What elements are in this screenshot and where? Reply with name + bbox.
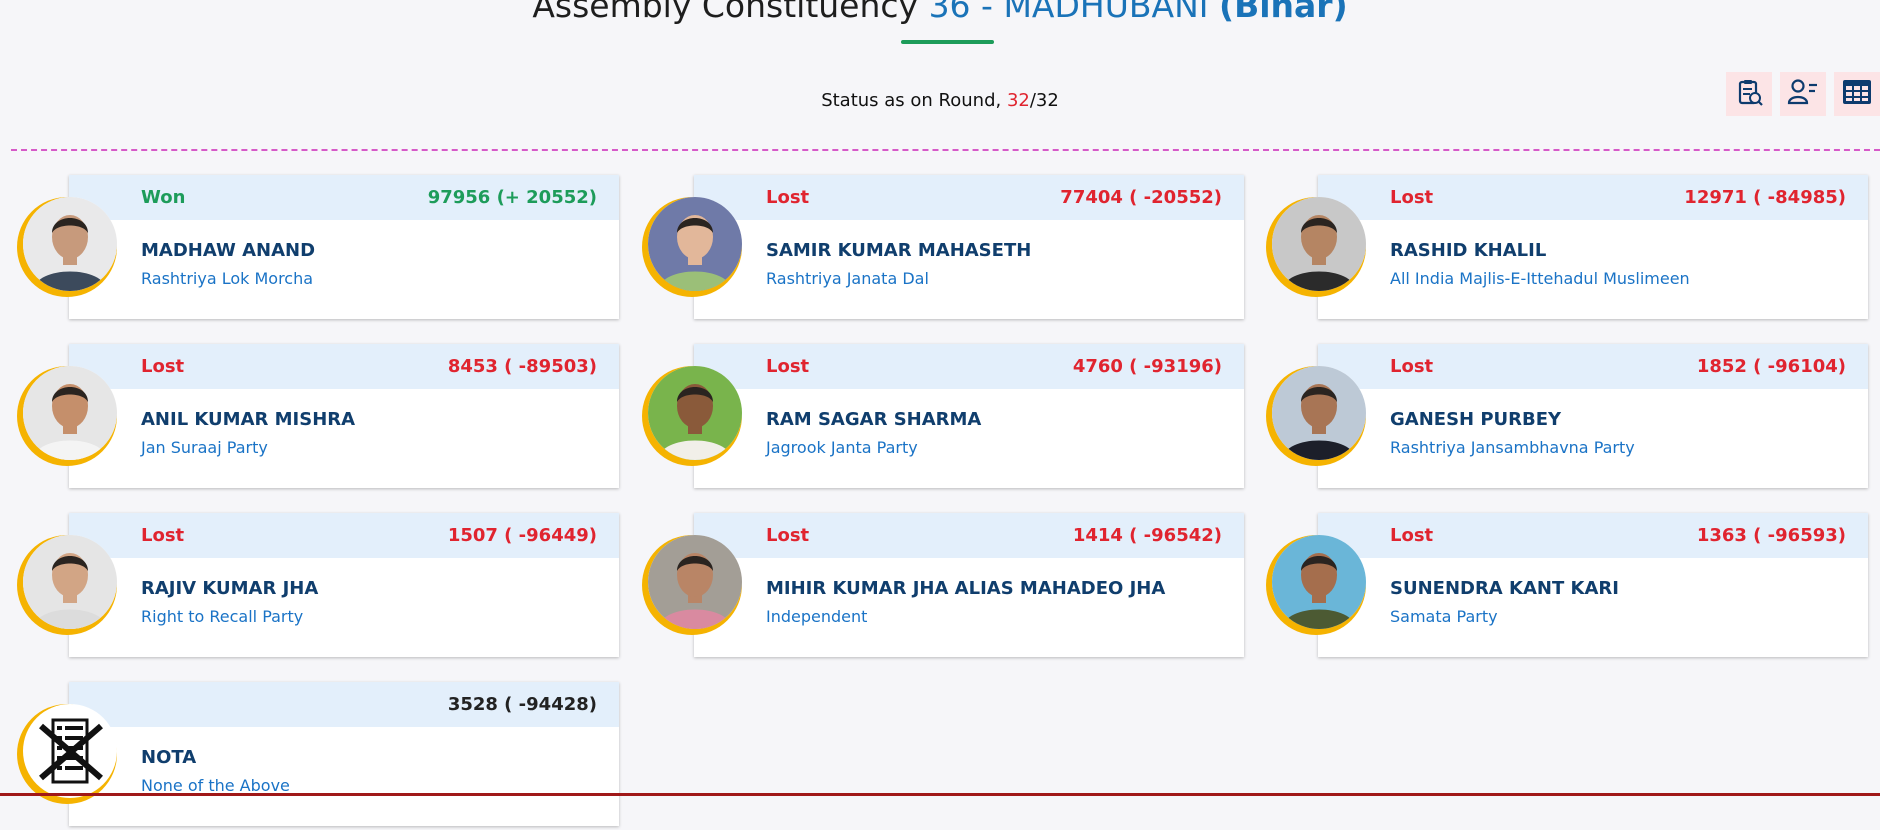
title-underline [901, 40, 994, 44]
vote-count: 8453 ( -89503) [447, 356, 597, 377]
candidate-name: MIHIR KUMAR JHA ALIAS MAHADEO JHA [766, 578, 1166, 599]
candidate-card[interactable]: Lost 4760 ( -93196) RAM SAGAR SHARMA Jag… [642, 344, 1244, 492]
candidate-name: NOTA [141, 747, 197, 768]
portrait-icon [1272, 366, 1366, 460]
result-status: Lost [766, 356, 810, 377]
candidate-card[interactable]: Lost 1414 ( -96542) MIHIR KUMAR JHA ALIA… [642, 513, 1244, 661]
vote-count: 3528 ( -94428) [447, 694, 597, 715]
portrait-icon [23, 535, 117, 629]
round-status-label: Status as on Round, [821, 90, 1007, 111]
candidate-photo [1272, 197, 1366, 291]
table-grid-icon [1841, 77, 1873, 111]
party-name: Right to Recall Party [141, 607, 304, 626]
section-divider [11, 149, 1880, 151]
card-panel: Lost 1363 ( -96593) SUNENDRA KANT KARI S… [1318, 513, 1868, 657]
nota-card[interactable]: 3528 ( -94428) NOTA None of the Above [17, 682, 619, 830]
vote-count: 97956 (+ 20552) [427, 187, 597, 208]
party-name: Rashtriya Janata Dal [766, 269, 929, 288]
candidate-name: ANIL KUMAR MISHRA [141, 409, 356, 430]
candidate-name: MADHAW ANAND [141, 240, 316, 261]
result-status: Lost [766, 525, 810, 546]
nota-symbol [23, 704, 117, 798]
candidate-photo [648, 366, 742, 460]
party-name: Independent [766, 607, 868, 626]
state-name: (Bihar) [1219, 0, 1348, 25]
constituency-name: 36 - MADHUBANI [928, 0, 1209, 25]
card-panel: 3528 ( -94428) NOTA None of the Above [69, 682, 619, 826]
candidate-photo [1272, 366, 1366, 460]
candidate-name: GANESH PURBEY [1390, 409, 1562, 430]
candidate-card[interactable]: Won 97956 (+ 20552) MADHAW ANAND Rashtri… [17, 175, 619, 323]
candidate-card[interactable]: Lost 1363 ( -96593) SUNENDRA KANT KARI S… [1266, 513, 1868, 661]
candidate-name: RAJIV KUMAR JHA [141, 578, 319, 599]
result-status: Lost [1390, 187, 1434, 208]
candidate-list-button[interactable] [1780, 72, 1826, 116]
candidate-name: RASHID KHALIL [1390, 240, 1547, 261]
vote-count: 1507 ( -96449) [447, 525, 597, 546]
candidate-photo [23, 535, 117, 629]
portrait-icon [648, 366, 742, 460]
card-panel: Lost 12971 ( -84985) RASHID KHALIL All I… [1318, 175, 1868, 319]
party-name: Jan Suraaj Party [141, 438, 268, 457]
party-name: All India Majlis-E-Ittehadul Muslimeen [1390, 269, 1690, 288]
portrait-icon [23, 366, 117, 460]
candidate-card[interactable]: Lost 1852 ( -96104) GANESH PURBEY Rashtr… [1266, 344, 1868, 492]
vote-count: 1414 ( -96542) [1072, 525, 1222, 546]
party-name: Jagrook Janta Party [766, 438, 918, 457]
candidate-photo [23, 197, 117, 291]
vote-count: 1363 ( -96593) [1696, 525, 1846, 546]
candidate-list-icon [1787, 77, 1819, 111]
portrait-icon [23, 197, 117, 291]
current-round: 32 [1006, 90, 1030, 111]
total-rounds: /32 [1029, 90, 1059, 111]
party-name: Rashtriya Jansambhavna Party [1390, 438, 1635, 457]
candidate-name: SAMIR KUMAR MAHASETH [766, 240, 1032, 261]
title-prefix: Assembly Constituency [532, 0, 929, 25]
candidate-card[interactable]: Lost 77404 ( -20552) SAMIR KUMAR MAHASET… [642, 175, 1244, 323]
candidate-photo [23, 366, 117, 460]
party-name: Samata Party [1390, 607, 1498, 626]
candidate-card[interactable]: Lost 8453 ( -89503) ANIL KUMAR MISHRA Ja… [17, 344, 619, 492]
candidate-photo [1272, 535, 1366, 629]
result-status: Won [141, 187, 186, 208]
result-status: Lost [1390, 525, 1434, 546]
candidate-card[interactable]: Lost 1507 ( -96449) RAJIV KUMAR JHA Righ… [17, 513, 619, 661]
card-panel: Lost 77404 ( -20552) SAMIR KUMAR MAHASET… [694, 175, 1244, 319]
table-view-button[interactable] [1834, 72, 1880, 116]
candidate-name: SUNENDRA KANT KARI [1390, 578, 1619, 599]
report-clipboard-icon [1734, 77, 1764, 111]
page-title: Assembly Constituency 36 - MADHUBANI (Bi… [0, 0, 1880, 26]
result-status: Lost [141, 356, 185, 377]
card-panel: Won 97956 (+ 20552) MADHAW ANAND Rashtri… [69, 175, 619, 319]
party-name: Rashtriya Lok Morcha [141, 269, 314, 288]
round-status: Status as on Round, 32/32 [0, 90, 1880, 111]
vote-count: 1852 ( -96104) [1696, 356, 1846, 377]
candidate-photo [648, 535, 742, 629]
result-status: Lost [1390, 356, 1434, 377]
vote-count: 77404 ( -20552) [1060, 187, 1222, 208]
vote-count: 12971 ( -84985) [1684, 187, 1846, 208]
card-panel: Lost 1414 ( -96542) MIHIR KUMAR JHA ALIA… [694, 513, 1244, 657]
card-panel: Lost 8453 ( -89503) ANIL KUMAR MISHRA Ja… [69, 344, 619, 488]
card-panel: Lost 1852 ( -96104) GANESH PURBEY Rashtr… [1318, 344, 1868, 488]
card-panel: Lost 1507 ( -96449) RAJIV KUMAR JHA Righ… [69, 513, 619, 657]
result-status: Lost [141, 525, 185, 546]
candidate-card[interactable]: Lost 12971 ( -84985) RASHID KHALIL All I… [1266, 175, 1868, 323]
candidate-name: RAM SAGAR SHARMA [766, 409, 982, 430]
portrait-icon [1272, 535, 1366, 629]
card-panel: Lost 4760 ( -93196) RAM SAGAR SHARMA Jag… [694, 344, 1244, 488]
report-button[interactable] [1726, 72, 1772, 116]
vote-count: 4760 ( -93196) [1072, 356, 1222, 377]
candidate-photo [648, 197, 742, 291]
portrait-icon [648, 535, 742, 629]
portrait-icon [648, 197, 742, 291]
result-status: Lost [766, 187, 810, 208]
portrait-icon [1272, 197, 1366, 291]
